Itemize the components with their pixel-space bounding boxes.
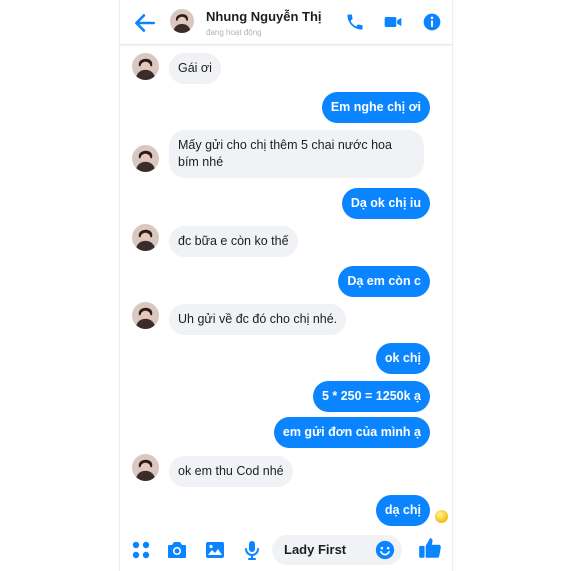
incoming-message[interactable]: ok em thu Cod nhé	[169, 456, 293, 487]
microphone-icon[interactable]	[240, 538, 264, 562]
sender-avatar[interactable]	[132, 302, 159, 329]
sender-avatar[interactable]	[132, 145, 159, 172]
outgoing-message[interactable]: Dạ ok chị iu	[341, 188, 430, 219]
info-icon[interactable]	[422, 12, 442, 32]
chat-window: Nhung Nguyễn Thị đang hoạt động Gái ơi E…	[119, 0, 453, 571]
sender-avatar[interactable]	[132, 224, 159, 251]
outgoing-message[interactable]: 5 * 250 = 1250k ạ	[312, 381, 430, 412]
smiley-icon[interactable]	[374, 539, 396, 561]
contact-name[interactable]: Nhung Nguyễn Thị	[206, 9, 322, 24]
camera-icon[interactable]	[165, 538, 189, 562]
sender-avatar[interactable]	[132, 53, 159, 80]
outgoing-message[interactable]: ok chị	[375, 343, 430, 374]
incoming-message[interactable]: Uh gửi về đc đó cho chị nhé.	[169, 304, 347, 335]
incoming-message[interactable]: Gái ơi	[169, 53, 221, 84]
chat-header: Nhung Nguyễn Thị đang hoạt động	[120, 0, 452, 45]
outgoing-message[interactable]: dạ chị	[375, 495, 430, 526]
phone-icon[interactable]	[345, 12, 365, 32]
image-icon[interactable]	[203, 538, 227, 562]
grid-dots-icon[interactable]	[129, 538, 153, 562]
composer-bar: Lady First	[120, 531, 452, 571]
thumbs-up-icon[interactable]	[417, 535, 443, 561]
seen-indicator-icon	[435, 510, 448, 523]
arrow-left-icon[interactable]	[132, 10, 158, 36]
message-list[interactable]: Gái ơi Em nghe chị ơi Mấy gửi cho chị th…	[120, 44, 452, 534]
active-status: đang hoạt động	[206, 28, 262, 37]
video-camera-icon[interactable]	[383, 12, 403, 32]
outgoing-message[interactable]: Em nghe chị ơi	[321, 92, 430, 123]
incoming-message[interactable]: đc bữa e còn ko thế	[169, 226, 298, 257]
outgoing-message[interactable]: Dạ em còn c	[338, 266, 430, 297]
sender-avatar[interactable]	[132, 454, 159, 481]
outgoing-message[interactable]: em gửi đơn của mình ạ	[273, 417, 430, 448]
incoming-message[interactable]: Mấy gửi cho chị thêm 5 chai nước hoa bím…	[169, 130, 424, 178]
contact-avatar[interactable]	[170, 9, 194, 33]
